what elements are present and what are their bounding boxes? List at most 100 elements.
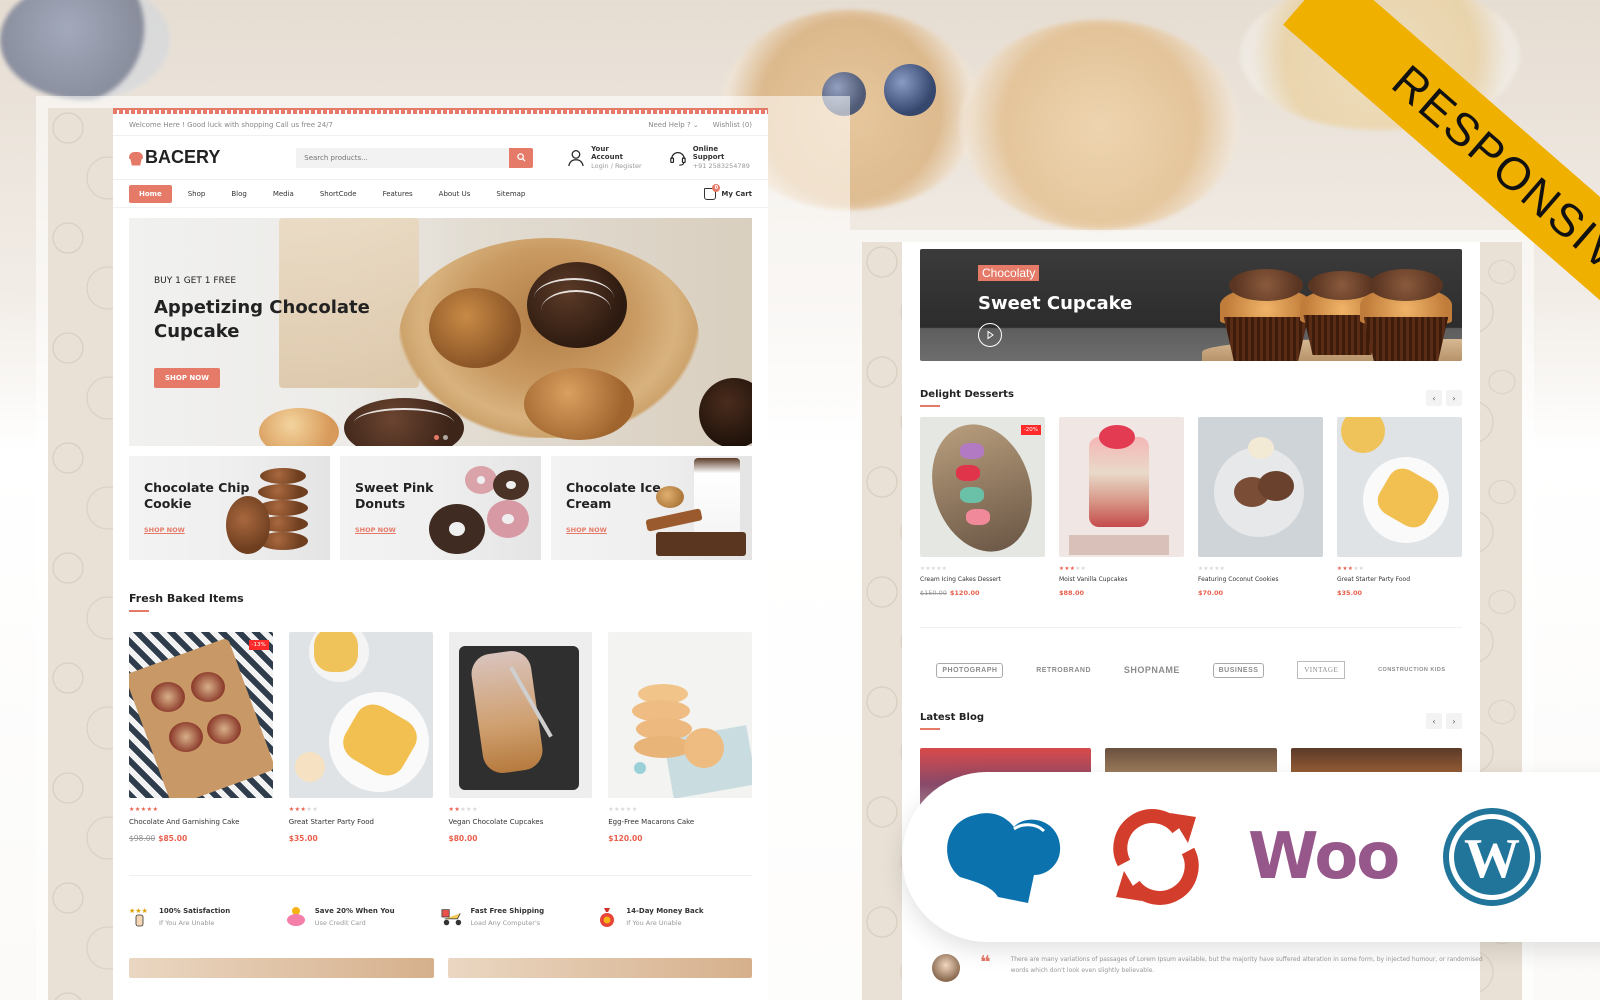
nav-item-sitemap[interactable]: Sitemap (486, 185, 535, 203)
play-button[interactable] (978, 323, 1002, 347)
slider-dot[interactable] (434, 435, 439, 440)
nav-item-shortcode[interactable]: ShortCode (310, 185, 367, 203)
discount-badge: -13% (248, 640, 269, 650)
shopping-bag-icon: 0 (704, 183, 721, 200)
feature-item: Fast Free Shipping Load Any Computer's (441, 906, 597, 928)
star-rating: ★★★★★ (1059, 566, 1184, 572)
product-name[interactable]: Vegan Chocolate Cupcakes (449, 818, 593, 826)
brand-logo-construction-kids[interactable]: CONSTRUCTION KIDS (1378, 667, 1445, 673)
category-banner[interactable]: Sweet Pink Donuts SHOP NOW (340, 456, 541, 560)
category-banner[interactable]: Chocolate Chip Cookie SHOP NOW (129, 456, 330, 560)
nav-item-home[interactable]: Home (129, 184, 172, 203)
search-button[interactable] (509, 147, 534, 168)
carousel-arrows: ‹ › (1426, 390, 1462, 406)
product-card[interactable]: ★★★★★ Featuring Coconut Cookies $70.00 (1198, 417, 1323, 597)
section-header-desserts: Delight Desserts ‹ › (920, 389, 1462, 407)
category-shop-now-link[interactable]: SHOP NOW (355, 526, 396, 534)
cookies-image (224, 466, 320, 558)
avatar (932, 954, 960, 982)
product-image[interactable]: -13% (129, 632, 273, 798)
brand-logo-photograph[interactable]: PHOTOGRAPH (936, 662, 1004, 678)
chevron-right-icon[interactable]: › (1446, 390, 1462, 406)
product-image[interactable] (608, 632, 752, 798)
category-shop-now-link[interactable]: SHOP NOW (566, 526, 607, 534)
feature-subtitle: If You Are Unable (626, 919, 682, 927)
category-shop-now-link[interactable]: SHOP NOW (144, 526, 185, 534)
wordpress-letter: W (1464, 828, 1520, 890)
support-title: Online Support (692, 145, 725, 161)
brand-logo-retrobrand[interactable]: RETROBRAND (1036, 667, 1091, 674)
hero-image-brownie (699, 378, 752, 446)
discount-badge: -20% (1020, 425, 1041, 435)
star-empty-icon: ★ (941, 566, 948, 572)
carousel-arrows: ‹ › (1426, 713, 1462, 729)
product-card[interactable]: ★★★★★ Great Starter Party Food $35.00 (288, 632, 433, 843)
account-link[interactable]: Your Account Login / Register (567, 145, 643, 170)
product-name[interactable]: Moist Vanilla Cupcakes (1059, 576, 1184, 583)
brand-logos: PHOTOGRAPH RETROBRAND SHOPNAME BUSINESS … (920, 650, 1462, 690)
product-name[interactable]: Cream Icing Cakes Dessert (920, 576, 1045, 583)
product-name[interactable]: Great Starter Party Food (289, 818, 433, 826)
nav-item-features[interactable]: Features (373, 185, 423, 203)
brand-logo-business[interactable]: BUSINESS (1212, 662, 1265, 678)
dessert-grid: -20% ★★★★★ Cream Icing Cakes Dessert $15… (920, 417, 1462, 597)
search-input[interactable] (296, 147, 510, 168)
section-header-blog: Latest Blog ‹ › (920, 712, 1462, 730)
hero-image-cake-slice (259, 408, 339, 446)
hero-shop-now-button[interactable]: SHOP NOW (154, 368, 220, 388)
hero-text: BUY 1 GET 1 FREE Appetizing Chocolate Cu… (154, 276, 374, 388)
hero-image-muffin (429, 288, 521, 368)
need-help-dropdown[interactable]: Need Help ? ⌄ (648, 121, 699, 129)
desktop-page: Welcome Here ! Good luck with shopping C… (113, 108, 768, 1000)
product-image[interactable] (448, 632, 593, 798)
nav-item-blog[interactable]: Blog (221, 185, 256, 203)
product-name[interactable]: Featuring Coconut Cookies (1198, 576, 1323, 583)
chevron-left-icon[interactable]: ‹ (1426, 713, 1442, 729)
nav-item-about-us[interactable]: About Us (429, 185, 481, 203)
product-price: $98.00 $85.00 (129, 834, 273, 843)
product-image[interactable] (1059, 417, 1184, 557)
product-card[interactable]: ★★★★★ Egg-Free Macarons Cake $120.00 (608, 632, 752, 843)
category-banner[interactable]: Chocolate Ice Cream SHOP NOW (551, 456, 752, 560)
sale-price: $120.00 (949, 589, 980, 597)
product-name[interactable]: Great Starter Party Food (1337, 576, 1462, 583)
cart-button[interactable]: 0 My Cart (704, 183, 752, 200)
testimonial-text: There are many variations of passages of… (1010, 956, 1483, 974)
star-rating: ★★★★★ (1198, 566, 1323, 572)
logo-text: BACERY (145, 147, 221, 167)
star-rating: ★★★★★ (920, 566, 1045, 572)
product-card[interactable]: ★★★★★ Moist Vanilla Cupcakes $88.00 (1059, 417, 1184, 597)
wishlist-link[interactable]: Wishlist (0) (713, 121, 752, 129)
product-card[interactable]: -13% ★★★★★ Chocolate And Garnishing Cake… (129, 632, 273, 843)
logo[interactable]: BACERY (129, 147, 296, 168)
product-price: $35.00 (1337, 589, 1462, 597)
product-image[interactable] (1337, 417, 1462, 557)
product-card[interactable]: ★★★★★ Vegan Chocolate Cupcakes $80.00 (448, 632, 593, 843)
product-card[interactable]: -20% ★★★★★ Cream Icing Cakes Dessert $15… (920, 417, 1045, 597)
brand-logo-vintage[interactable]: VINTAGE (1297, 661, 1346, 679)
product-card[interactable]: ★★★★★ Great Starter Party Food $35.00 (1337, 417, 1462, 597)
product-name[interactable]: Egg-Free Macarons Cake (608, 818, 752, 826)
cart-count-badge: 0 (712, 183, 721, 192)
star-rating: ★★★★★ (449, 806, 593, 813)
product-image[interactable]: -20% (920, 417, 1045, 557)
slider-dot[interactable] (443, 435, 448, 440)
satisfaction-icon: ★★★ (129, 906, 151, 928)
donuts-image (429, 466, 531, 558)
search-icon (516, 153, 526, 162)
star-rating: ★★★★★ (289, 806, 433, 813)
product-image[interactable] (1198, 417, 1323, 557)
chevron-left-icon[interactable]: ‹ (1426, 390, 1442, 406)
testimonial: ❝ There are many variations of passages … (932, 954, 1491, 982)
section-title-delight-desserts: Delight Desserts (920, 389, 1014, 407)
product-name[interactable]: Chocolate And Garnishing Cake (129, 818, 273, 826)
brand-logo-shopname[interactable]: SHOPNAME (1124, 665, 1180, 675)
nav-item-shop[interactable]: Shop (178, 185, 216, 203)
nav-item-media[interactable]: Media (263, 185, 304, 203)
product-image[interactable] (288, 632, 433, 798)
promo-banner[interactable]: Chocolaty Sweet Cupcake (920, 249, 1462, 361)
chocolate-drizzle (541, 290, 611, 330)
search-bar (296, 147, 534, 168)
support-block[interactable]: Online Support +91 2583254789 (669, 145, 752, 170)
chevron-right-icon[interactable]: › (1446, 713, 1462, 729)
